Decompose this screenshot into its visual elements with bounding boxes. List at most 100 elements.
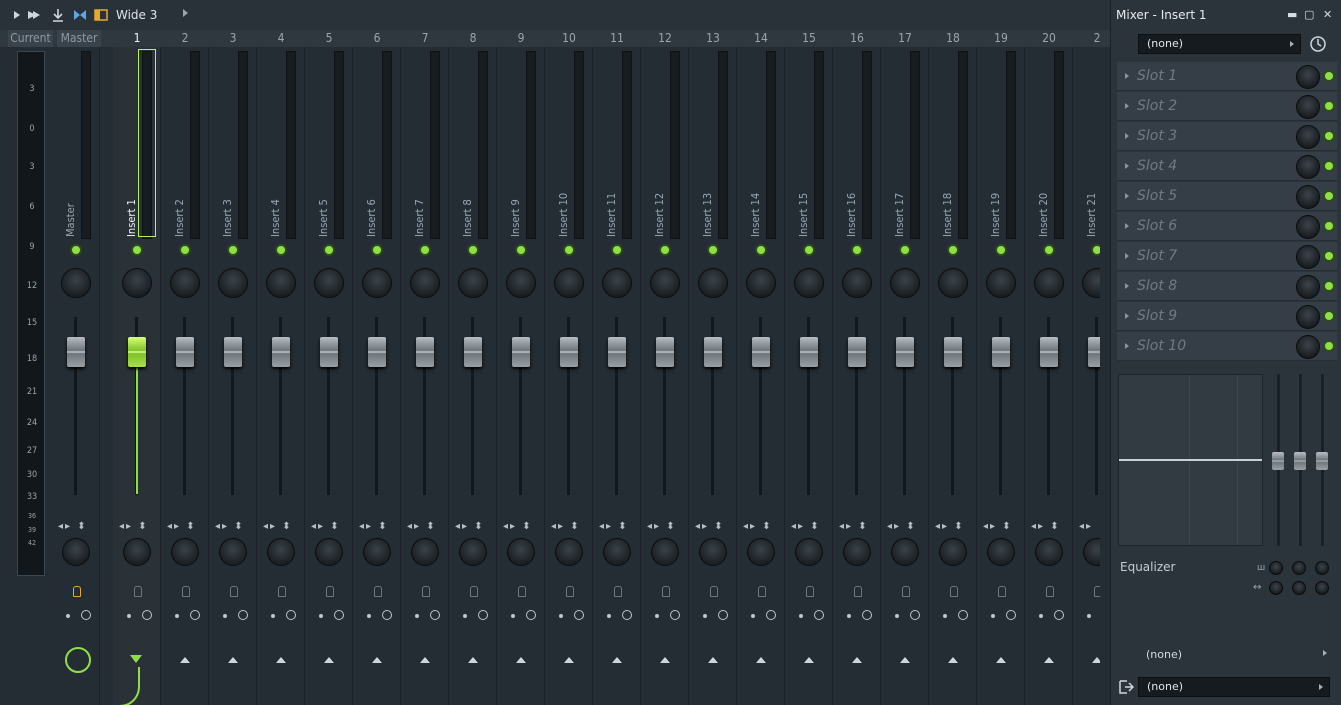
effect-slot-5[interactable]: Slot 5 xyxy=(1117,182,1337,211)
enable-led[interactable] xyxy=(805,246,813,254)
strip-name-box[interactable]: Insert 4 xyxy=(266,187,282,237)
record-arm-icon[interactable] xyxy=(566,586,574,597)
stereo-separation-knob[interactable] xyxy=(507,538,535,566)
insert-strip[interactable]: Insert 15 ◂▸ ⬍ xyxy=(785,47,833,705)
volume-fader[interactable] xyxy=(944,337,962,367)
slot-mix-knob[interactable] xyxy=(1296,125,1320,149)
stereo-separation-knob[interactable] xyxy=(171,538,199,566)
reverse-polarity-icon[interactable] xyxy=(559,614,563,618)
effect-slot-3[interactable]: Slot 3 xyxy=(1117,122,1337,151)
enable-led[interactable] xyxy=(1045,246,1053,254)
swap-channels-icon[interactable]: ◂▸ ⬍ xyxy=(839,521,869,532)
enable-led[interactable] xyxy=(72,246,80,254)
insert-strip[interactable]: Insert 3 ◂▸ ⬍ xyxy=(209,47,257,705)
reverse-polarity-icon[interactable] xyxy=(66,614,70,618)
volume-fader[interactable] xyxy=(1088,337,1100,367)
strip-name-box[interactable]: Insert 16 xyxy=(842,187,858,237)
swap-channels-icon[interactable]: ◂▸ ⬍ xyxy=(311,521,341,532)
expand-slot-icon[interactable] xyxy=(1125,103,1129,109)
route-arrow-icon[interactable] xyxy=(324,657,334,663)
swap-channels-icon[interactable]: ◂▸ ⬍ xyxy=(503,521,533,532)
reverse-polarity-icon[interactable] xyxy=(847,614,851,618)
latency-clock-icon[interactable] xyxy=(526,610,536,620)
slot-mix-knob[interactable] xyxy=(1296,245,1320,269)
enable-led[interactable] xyxy=(181,246,189,254)
strip-name-box[interactable]: Insert 10 xyxy=(554,187,570,237)
latency-clock-icon[interactable] xyxy=(718,610,728,620)
record-arm-icon[interactable] xyxy=(758,586,766,597)
strip-name-box[interactable]: Insert 21 xyxy=(1082,187,1098,237)
record-arm-icon[interactable] xyxy=(662,586,670,597)
route-arrow-icon[interactable] xyxy=(180,657,190,663)
input-route[interactable]: (none) xyxy=(1146,648,1182,661)
insert-strip[interactable]: Insert 18 ◂▸ ⬍ xyxy=(929,47,977,705)
pan-knob[interactable] xyxy=(61,268,91,298)
route-send-icon[interactable] xyxy=(130,655,142,663)
strip-name-box[interactable]: Insert 20 xyxy=(1034,187,1050,237)
volume-fader[interactable] xyxy=(464,337,482,367)
enable-led[interactable] xyxy=(709,246,717,254)
pan-knob[interactable] xyxy=(1034,268,1064,298)
pan-knob[interactable] xyxy=(266,268,296,298)
eq-mid-bw-knob[interactable] xyxy=(1292,581,1306,595)
swap-channels-icon[interactable]: ◂▸ ⬍ xyxy=(791,521,821,532)
strip-name-box[interactable]: Insert 11 xyxy=(602,187,618,237)
swap-channels-icon[interactable]: ◂▸ ⬍ xyxy=(167,521,197,532)
volume-fader[interactable] xyxy=(416,337,434,367)
pan-knob[interactable] xyxy=(890,268,920,298)
insert-strip[interactable]: Insert 4 ◂▸ ⬍ xyxy=(257,47,305,705)
pan-knob[interactable] xyxy=(1082,268,1100,298)
swap-channels-icon[interactable]: ◂▸ ⬍ xyxy=(647,521,677,532)
swap-channels-icon[interactable]: ◂▸ ⬍ xyxy=(407,521,437,532)
latency-clock-icon[interactable] xyxy=(430,610,440,620)
volume-fader[interactable] xyxy=(67,337,85,367)
route-arrow-icon[interactable] xyxy=(420,657,430,663)
expand-slot-icon[interactable] xyxy=(1125,343,1129,349)
strip-name-box[interactable]: Insert 3 xyxy=(218,187,234,237)
insert-strip[interactable]: Insert 1 ◂▸ ⬍ xyxy=(113,47,161,705)
enable-led[interactable] xyxy=(133,246,141,254)
record-arm-icon[interactable] xyxy=(73,586,81,597)
route-arrow-icon[interactable] xyxy=(276,657,286,663)
record-arm-icon[interactable] xyxy=(374,586,382,597)
pan-knob[interactable] xyxy=(362,268,392,298)
eq-high-fader[interactable] xyxy=(1316,452,1328,470)
stereo-separation-knob[interactable] xyxy=(795,538,823,566)
latency-clock-icon[interactable] xyxy=(670,610,680,620)
stereo-separation-knob[interactable] xyxy=(411,538,439,566)
eq-low-freq-knob[interactable] xyxy=(1269,561,1283,575)
pan-knob[interactable] xyxy=(650,268,680,298)
slot-enable-led[interactable] xyxy=(1325,162,1333,170)
route-arrow-icon[interactable] xyxy=(852,657,862,663)
route-tool-icon[interactable] xyxy=(51,8,65,22)
volume-fader[interactable] xyxy=(368,337,386,367)
insert-strip[interactable]: Insert 17 ◂▸ ⬍ xyxy=(881,47,929,705)
latency-clock-icon[interactable] xyxy=(81,610,91,620)
strip-name-box[interactable]: Insert 1 xyxy=(122,187,138,237)
pan-knob[interactable] xyxy=(314,268,344,298)
reverse-polarity-icon[interactable] xyxy=(895,614,899,618)
expand-slot-icon[interactable] xyxy=(1125,253,1129,259)
swap-channels-icon[interactable]: ◂▸ ⬍ xyxy=(935,521,965,532)
strip-name-box[interactable]: Insert 14 xyxy=(746,187,762,237)
volume-fader[interactable] xyxy=(176,337,194,367)
play-menu-icon[interactable] xyxy=(10,8,24,22)
slot-enable-led[interactable] xyxy=(1325,312,1333,320)
expand-slot-icon[interactable] xyxy=(1125,283,1129,289)
reverse-polarity-icon[interactable] xyxy=(175,614,179,618)
swap-channels-icon[interactable]: ◂▸ ⬍ xyxy=(695,521,725,532)
eq-low-fader[interactable] xyxy=(1272,452,1284,470)
pan-knob[interactable] xyxy=(218,268,248,298)
strip-name-box[interactable]: Insert 2 xyxy=(170,187,186,237)
strip-name-box[interactable]: Insert 13 xyxy=(698,187,714,237)
eq-low-bw-knob[interactable] xyxy=(1269,581,1283,595)
strip-name-box[interactable]: Insert 17 xyxy=(890,187,906,237)
reverse-polarity-icon[interactable] xyxy=(511,614,515,618)
stereo-separation-knob[interactable] xyxy=(555,538,583,566)
volume-fader[interactable] xyxy=(656,337,674,367)
reverse-polarity-icon[interactable] xyxy=(127,614,131,618)
stereo-separation-knob[interactable] xyxy=(843,538,871,566)
insert-strip[interactable]: Insert 11 ◂▸ ⬍ xyxy=(593,47,641,705)
record-arm-icon[interactable] xyxy=(1046,586,1054,597)
record-arm-icon[interactable] xyxy=(854,586,862,597)
